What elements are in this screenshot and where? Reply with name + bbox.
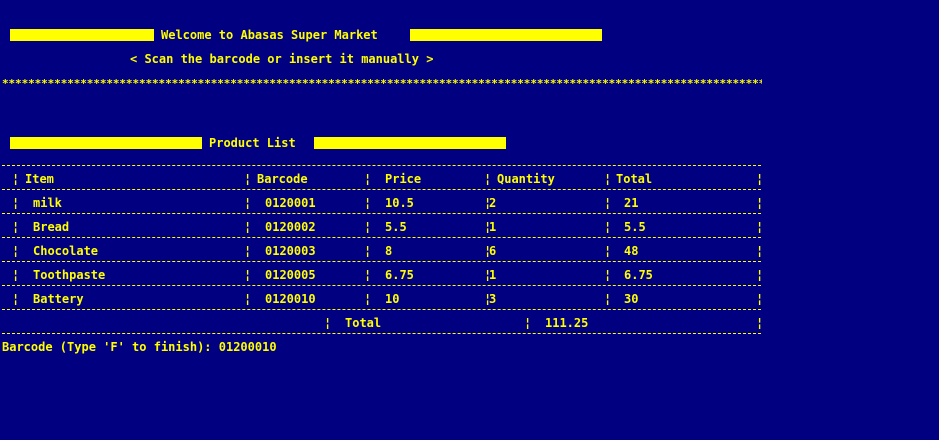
welcome-bar-left (10, 29, 154, 41)
cell-price: 10.5 (385, 196, 414, 210)
table-row: ¦ Bread ¦ 0120002 ¦ 5.5 ¦ 1 ¦ 5.5 ¦ (12, 220, 764, 234)
cell-price: 5.5 (385, 220, 407, 234)
row-divider (2, 213, 761, 214)
row-divider (2, 261, 761, 262)
cell-item: Battery (33, 292, 84, 306)
table-row: ¦ Chocolate ¦ 0120003 ¦ 8 ¦ 6 ¦ 48 ¦ (12, 244, 764, 258)
cell-quantity: 2 (489, 196, 497, 210)
cell-quantity: 1 (489, 220, 497, 234)
column-header-item: Item (25, 172, 54, 186)
cell-quantity: 1 (489, 268, 497, 282)
cell-quantity: 3 (489, 292, 497, 306)
cell-total: 30 (624, 292, 639, 306)
row-divider (2, 309, 761, 310)
instruction-text: < Scan the barcode or insert it manually… (130, 52, 434, 66)
cell-total: 48 (624, 244, 639, 258)
cell-item: Toothpaste (33, 268, 106, 282)
cell-item: milk (33, 196, 62, 210)
table-row: ¦ Battery ¦ 0120010 ¦ 10 ¦ 3 ¦ 30 ¦ (12, 292, 764, 306)
column-header-total: Total (616, 172, 653, 186)
cell-barcode: 0120002 (265, 220, 316, 234)
product-list-bar-right (314, 137, 506, 149)
barcode-prompt[interactable]: Barcode (Type 'F' to finish): 01200010 (2, 340, 277, 354)
cell-quantity: 6 (489, 244, 497, 258)
row-divider (2, 285, 761, 286)
stars-divider: ****************************************… (2, 77, 762, 90)
row-divider (2, 237, 761, 238)
cell-barcode: 0120001 (265, 196, 316, 210)
table-border-header (2, 189, 761, 190)
total-value: 111.25 (545, 316, 589, 330)
table-row: ¦ Toothpaste ¦ 0120005 ¦ 6.75 ¦ 1 ¦ 6.75… (12, 268, 764, 282)
cell-barcode: 0120010 (265, 292, 316, 306)
table-row: ¦ milk ¦ 0120001 ¦ 10.5 ¦ 2 ¦ 21 ¦ (12, 196, 764, 210)
product-list-title: Product List (209, 136, 296, 150)
table-border-top (2, 165, 761, 166)
cell-total: 6.75 (624, 268, 653, 282)
total-label: Total (345, 316, 382, 330)
table-header-row: ¦ Item ¦ Barcode ¦ Price ¦ Quantity ¦ To… (12, 172, 764, 186)
welcome-bar-right (410, 29, 602, 41)
table-border-bottom (2, 333, 761, 334)
cell-barcode: 0120005 (265, 268, 316, 282)
cell-barcode: 0120003 (265, 244, 316, 258)
cell-total: 5.5 (624, 220, 646, 234)
cell-total: 21 (624, 196, 639, 210)
cell-item: Chocolate (33, 244, 99, 258)
welcome-title: Welcome to Abasas Super Market (161, 28, 378, 42)
column-header-barcode: Barcode (257, 172, 308, 186)
column-header-price: Price (385, 172, 422, 186)
table-total-row: ¦ Total ¦ 111.25 ¦ (324, 316, 764, 330)
barcode-prompt-label: Barcode (Type 'F' to finish): (2, 340, 219, 354)
product-list-bar-left (10, 137, 202, 149)
cell-price: 10 (385, 292, 400, 306)
barcode-input-value[interactable]: 01200010 (219, 340, 277, 354)
cell-price: 6.75 (385, 268, 414, 282)
cell-price: 8 (385, 244, 393, 258)
column-header-quantity: Quantity (497, 172, 555, 186)
cell-item: Bread (33, 220, 70, 234)
